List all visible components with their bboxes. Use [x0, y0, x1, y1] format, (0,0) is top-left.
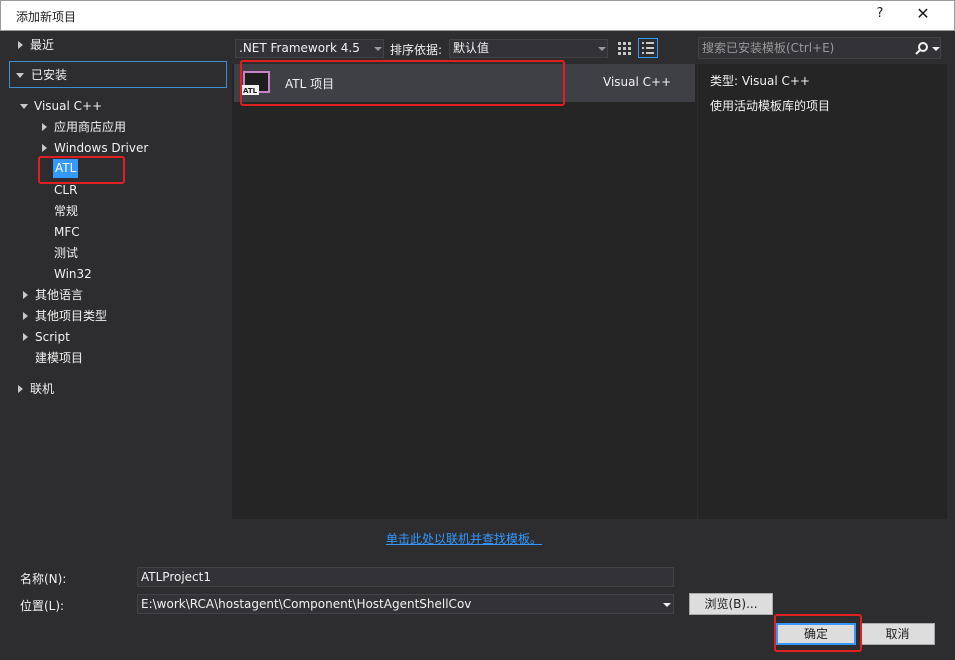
tree-item-store-apps[interactable]: 应用商店应用 [54, 117, 126, 137]
tree-item-general[interactable]: 常规 [54, 201, 78, 221]
chevron-down-icon[interactable] [663, 603, 671, 607]
tree-item-win32[interactable]: Win32 [54, 264, 92, 284]
window-title: 添加新项目 [16, 10, 77, 24]
annotation-highlight [38, 156, 125, 184]
tree-item-visual-cpp[interactable]: Visual C++ [34, 96, 102, 116]
search-placeholder: 搜索已安装模板(Ctrl+E) [702, 41, 835, 55]
title-bar: 添加新项目 ? ✕ [0, 0, 955, 31]
close-button[interactable]: ✕ [906, 4, 940, 28]
tree-item-script[interactable]: Script [35, 327, 70, 347]
name-input[interactable]: ATLProject1 [137, 567, 674, 587]
annotation-highlight [774, 614, 862, 652]
expand-online-icon[interactable] [18, 385, 23, 393]
browse-button[interactable]: 浏览(B)... [689, 593, 773, 615]
template-type: 类型: Visual C++ [710, 74, 810, 88]
location-value: E:\work\RCA\hostagent\Component\HostAgen… [141, 597, 472, 611]
expand-windows-driver-icon[interactable] [42, 144, 47, 152]
chevron-down-icon [374, 47, 382, 51]
tree-item-mfc[interactable]: MFC [54, 222, 80, 242]
dialog-body: 最近 已安装 Visual C++ 应用商店应用 Windows Driver … [8, 31, 947, 565]
help-button[interactable]: ? [867, 6, 893, 26]
template-language: Visual C++ [603, 75, 672, 89]
tree-item-other-project-types[interactable]: 其他项目类型 [35, 306, 107, 326]
sort-dropdown[interactable]: 默认值 [449, 39, 608, 58]
template-list: ATL ATL 项目 Visual C++ [232, 64, 697, 519]
template-details: 类型: Visual C++ 使用活动模板库的项目 [698, 64, 947, 519]
tree-item-online[interactable]: 联机 [30, 379, 54, 399]
search-icon [915, 42, 928, 55]
collapse-visual-cpp-icon[interactable] [20, 104, 28, 109]
expand-other-languages-icon[interactable] [23, 291, 28, 299]
chevron-down-icon [598, 47, 606, 51]
search-input[interactable]: 搜索已安装模板(Ctrl+E) [698, 37, 941, 59]
expand-store-apps-icon[interactable] [42, 123, 47, 131]
tree-item-windows-driver[interactable]: Windows Driver [54, 138, 148, 158]
expand-other-project-types-icon[interactable] [23, 312, 28, 320]
list-view-icon [642, 42, 654, 54]
online-templates-link[interactable]: 单击此处以联机并查找模板。 [386, 530, 542, 547]
framework-dropdown[interactable]: .NET Framework 4.5 [235, 39, 384, 58]
location-input[interactable]: E:\work\RCA\hostagent\Component\HostAgen… [137, 594, 674, 614]
collapse-installed-icon[interactable] [16, 73, 24, 78]
tree-item-test[interactable]: 测试 [54, 243, 78, 263]
list-view-button[interactable] [638, 38, 658, 58]
expand-script-icon[interactable] [23, 333, 28, 341]
template-tree: 最近 已安装 Visual C++ 应用商店应用 Windows Driver … [8, 31, 232, 565]
sort-label: 排序依据: [390, 43, 443, 57]
sort-value: 默认值 [453, 41, 490, 55]
name-label: 名称(N): [20, 572, 67, 586]
grid-view-icon [618, 42, 631, 55]
cancel-button[interactable]: 取消 [860, 623, 935, 645]
expand-recent-icon[interactable] [18, 41, 23, 49]
framework-value: .NET Framework 4.5 [239, 41, 360, 55]
annotation-highlight [240, 60, 565, 106]
tree-item-recent[interactable]: 最近 [30, 35, 54, 55]
search-options-icon[interactable] [932, 47, 940, 51]
location-label: 位置(L): [20, 599, 65, 613]
tree-item-other-languages[interactable]: 其他语言 [35, 285, 83, 305]
tree-item-modeling[interactable]: 建模项目 [35, 348, 83, 368]
grid-view-button[interactable] [614, 38, 634, 58]
tree-item-installed[interactable]: 已安装 [31, 65, 67, 85]
template-description: 使用活动模板库的项目 [710, 99, 831, 113]
